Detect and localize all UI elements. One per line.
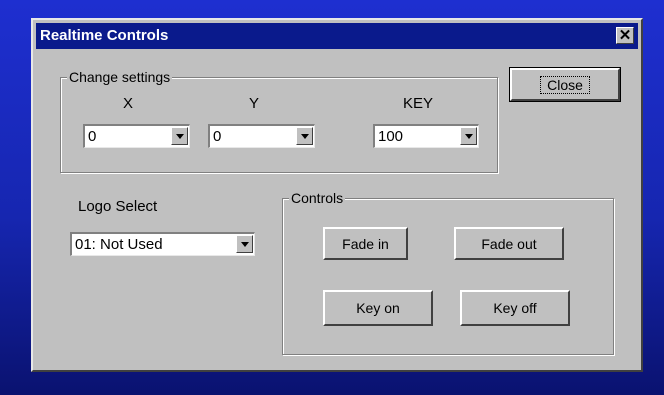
chevron-down-icon[interactable] <box>296 127 313 145</box>
x-label: X <box>123 95 134 112</box>
controls-group: Controls <box>282 190 614 355</box>
chevron-down-icon[interactable] <box>236 235 253 253</box>
logo-select[interactable]: 01: Not Used <box>70 232 255 256</box>
close-button[interactable]: Close <box>509 67 621 102</box>
x-select[interactable]: 0 <box>83 124 190 148</box>
y-label: Y <box>249 95 260 112</box>
logo-select-label: Logo Select <box>78 198 158 215</box>
close-button-label: Close <box>540 75 590 94</box>
key-label: KEY <box>403 95 434 112</box>
title-bar[interactable]: Realtime Controls ✕ <box>36 23 638 49</box>
controls-label: Controls <box>289 190 346 206</box>
window-title: Realtime Controls <box>40 27 169 44</box>
x-select-value: 0 <box>88 128 97 145</box>
key-select[interactable]: 100 <box>373 124 479 148</box>
key-select-value: 100 <box>378 128 404 145</box>
logo-select-value: 01: Not Used <box>75 236 163 253</box>
fade-in-button[interactable]: Fade in <box>323 227 408 260</box>
key-on-button[interactable]: Key on <box>323 290 433 326</box>
chevron-down-icon[interactable] <box>171 127 188 145</box>
y-select-value: 0 <box>213 128 222 145</box>
fade-out-button[interactable]: Fade out <box>454 227 564 260</box>
key-off-button[interactable]: Key off <box>460 290 570 326</box>
realtime-controls-dialog: Realtime Controls ✕ Change settings X Y … <box>31 18 643 372</box>
chevron-down-icon[interactable] <box>460 127 477 145</box>
change-settings-label: Change settings <box>67 69 173 85</box>
close-icon[interactable]: ✕ <box>616 27 634 44</box>
y-select[interactable]: 0 <box>208 124 315 148</box>
